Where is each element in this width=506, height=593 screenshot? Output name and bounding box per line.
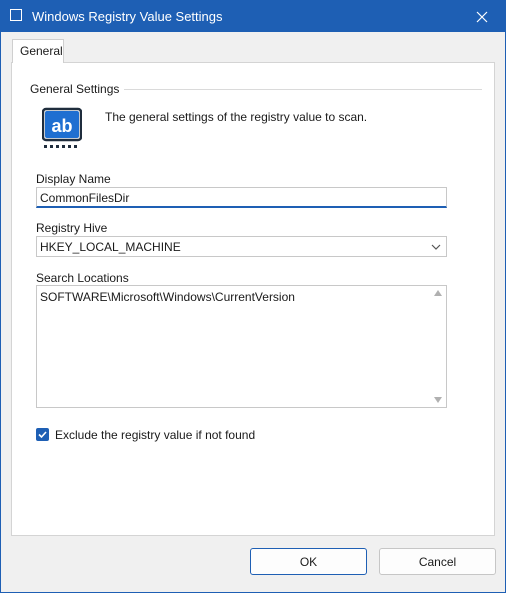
dialog-window: Windows Registry Value Settings General … bbox=[0, 0, 506, 593]
title-bar: Windows Registry Value Settings bbox=[1, 1, 505, 32]
display-name-input[interactable]: CommonFilesDir bbox=[36, 187, 447, 208]
exclude-checkbox-label[interactable]: Exclude the registry value if not found bbox=[55, 428, 255, 442]
group-divider bbox=[124, 89, 482, 90]
group-title: General Settings bbox=[30, 82, 120, 96]
registry-hive-label: Registry Hive bbox=[36, 221, 108, 235]
cancel-button[interactable]: Cancel bbox=[379, 548, 496, 575]
registry-hive-value: HKEY_LOCAL_MACHINE bbox=[40, 240, 181, 254]
close-button[interactable] bbox=[459, 1, 505, 32]
scroll-up-arrow-icon[interactable] bbox=[434, 290, 442, 296]
scroll-down-arrow-icon[interactable] bbox=[434, 397, 442, 403]
search-locations-label: Search Locations bbox=[36, 271, 129, 285]
search-locations-value: SOFTWARE\Microsoft\Windows\CurrentVersio… bbox=[40, 290, 295, 304]
ok-button[interactable]: OK bbox=[250, 548, 367, 575]
text-field-ab-icon: ab bbox=[42, 107, 82, 148]
window-title: Windows Registry Value Settings bbox=[32, 9, 223, 24]
section-description: The general settings of the registry val… bbox=[105, 110, 368, 124]
svg-text:ab: ab bbox=[51, 116, 72, 136]
tab-general[interactable]: General bbox=[12, 39, 64, 63]
chevron-down-icon bbox=[431, 244, 441, 250]
search-locations-textarea[interactable]: SOFTWARE\Microsoft\Windows\CurrentVersio… bbox=[36, 285, 447, 408]
exclude-checkbox[interactable] bbox=[36, 428, 49, 441]
window-icon bbox=[10, 9, 22, 21]
general-panel: General Settings ab The general settings… bbox=[11, 62, 495, 536]
tab-general-label: General bbox=[20, 44, 63, 58]
checkmark-icon bbox=[38, 431, 47, 439]
display-name-label: Display Name bbox=[36, 172, 111, 186]
registry-hive-select[interactable]: HKEY_LOCAL_MACHINE bbox=[36, 236, 447, 257]
vertical-scrollbar[interactable] bbox=[431, 286, 446, 407]
close-icon bbox=[476, 11, 488, 22]
